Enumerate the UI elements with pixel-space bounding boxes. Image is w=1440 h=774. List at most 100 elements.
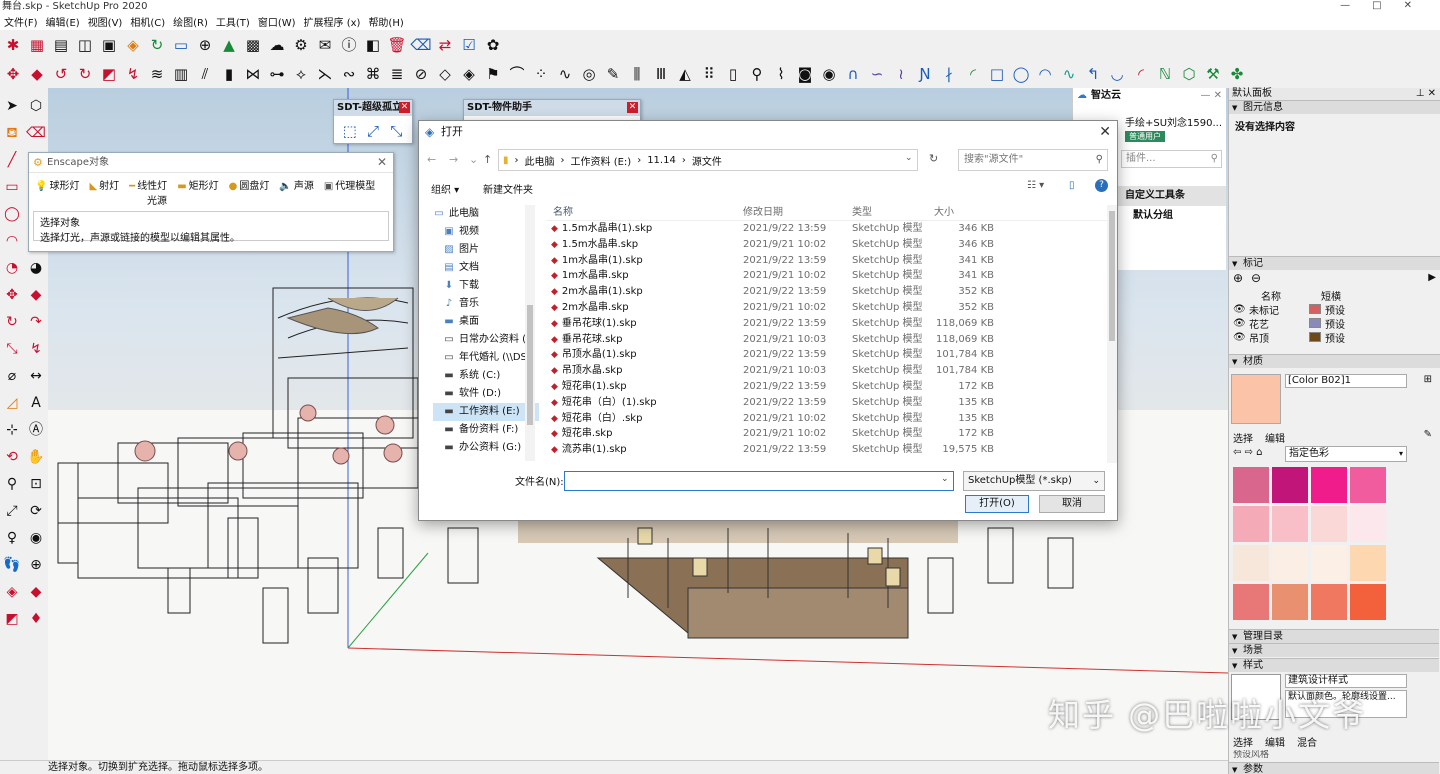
leaf-icon[interactable]: ✤ xyxy=(1226,63,1248,85)
split-icon[interactable]: ⊶ xyxy=(266,63,288,85)
address-bar[interactable]: ▮ › 此电脑 › 工作资料 (E:) › 11.14 › 源文件 xyxy=(498,149,918,171)
add-icon[interactable]: ⊕ xyxy=(194,34,216,56)
component-icon[interactable]: ▣ xyxy=(98,34,120,56)
make-component-icon[interactable]: ⬡ xyxy=(24,92,48,119)
tape-measure-icon[interactable]: ⌀ xyxy=(0,362,24,389)
menu-window[interactable]: 窗口(W) xyxy=(254,14,300,29)
material-swatch[interactable] xyxy=(1233,584,1269,620)
monitor-icon[interactable]: ▭ xyxy=(170,34,192,56)
trash-icon[interactable]: 🗑 xyxy=(386,34,408,56)
cancel-button[interactable]: 取消 xyxy=(1039,495,1105,513)
circle-tool-icon[interactable]: ◯ xyxy=(0,200,24,227)
previous-view-icon[interactable]: ⟳ xyxy=(24,497,48,524)
nav-drive-e[interactable]: ▬ 工作资料 (E:) xyxy=(433,403,539,421)
file-row[interactable]: ◆ 1.5m水晶串(1).skp 2021/9/22 13:59 SketchUp 模… xyxy=(547,221,1107,237)
material-swatch[interactable] xyxy=(1311,584,1347,620)
column-icon[interactable]: ▥ xyxy=(170,63,192,85)
window-icon[interactable]: ◧ xyxy=(362,34,384,56)
tag-details-icon[interactable]: ▶ xyxy=(1428,272,1436,283)
zoom-extents-icon[interactable]: ⤢ xyxy=(0,497,24,524)
tag-row[interactable]: 👁 吊顶 预设 xyxy=(1229,330,1440,345)
filename-dropdown-icon[interactable]: ⌄ xyxy=(941,474,949,484)
search-input[interactable]: 搜索"源文件" ⚲ xyxy=(958,149,1108,171)
sandbox2-icon[interactable]: ◆ xyxy=(24,578,48,605)
dots-icon[interactable]: ⁘ xyxy=(530,63,552,85)
expand-icon[interactable]: ⤢ xyxy=(363,120,382,142)
file-row[interactable]: ◆ 1m水晶串(1).skp 2021/9/22 13:59 SketchUp 模型 3… xyxy=(547,253,1107,269)
branch-icon[interactable]: ⟡ xyxy=(290,63,312,85)
menu-extensions[interactable]: 扩展程序 (x) xyxy=(300,14,365,29)
tag-color-swatch[interactable] xyxy=(1309,318,1321,328)
layers-icon[interactable]: ≣ xyxy=(386,63,408,85)
curve6-icon[interactable]: ∿ xyxy=(1058,63,1080,85)
follow-icon[interactable]: ↻ xyxy=(74,63,96,85)
parameters-header[interactable]: 参数 xyxy=(1229,762,1439,774)
tile-icon[interactable]: ◈ xyxy=(458,63,480,85)
tab-material-edit[interactable]: 编辑 xyxy=(1265,430,1285,445)
view-options-icon[interactable]: ☷ ▾ xyxy=(1027,180,1044,191)
stack-icon[interactable]: ◇ xyxy=(434,63,456,85)
pan-icon[interactable]: ✋ xyxy=(24,443,48,470)
matrix-icon[interactable]: ⠿ xyxy=(698,63,720,85)
mail-icon[interactable]: ✉ xyxy=(314,34,336,56)
eraser-icon[interactable]: ⌫ xyxy=(24,119,48,146)
text-tool-icon[interactable]: A xyxy=(24,389,48,416)
info-icon[interactable]: ⓘ xyxy=(338,34,360,56)
offset-icon[interactable]: ↯ xyxy=(122,63,144,85)
manage-catalog-header[interactable]: 管理目录 xyxy=(1229,629,1439,644)
badge-icon[interactable]: ✿ xyxy=(482,34,504,56)
tab-style-mix[interactable]: 混合 xyxy=(1297,734,1317,749)
rectangle-tool-icon[interactable]: ▭ xyxy=(0,173,24,200)
layout-icon[interactable]: ◫ xyxy=(74,34,96,56)
rotate-icon[interactable]: ↺ xyxy=(50,63,72,85)
breadcrumb-drive-e[interactable]: 工作资料 (E:) xyxy=(571,153,632,168)
camera-icon[interactable]: ◙ xyxy=(794,63,816,85)
file-row[interactable]: ◆ 1.5m水晶串.skp 2021/9/21 10:02 SketchUp 模型 34… xyxy=(547,237,1107,253)
tag-color-swatch[interactable] xyxy=(1309,304,1321,314)
pen-icon[interactable]: ✎ xyxy=(602,63,624,85)
chevron-down-icon[interactable]: ⌄ xyxy=(469,153,478,166)
file-row[interactable]: ◆ 流苏串(1).skp 2021/9/22 13:59 SketchUp 模型 19,… xyxy=(547,442,1107,458)
tab-material-select[interactable]: 选择 xyxy=(1233,430,1253,445)
chain-icon[interactable]: ⊘ xyxy=(410,63,432,85)
file-row[interactable]: ◆ 垂吊花球(1).skp 2021/9/22 13:59 SketchUp 模型 11… xyxy=(547,316,1107,332)
file-list-scrollbar[interactable] xyxy=(1107,205,1117,463)
open-button[interactable]: 打开(O) xyxy=(965,495,1029,513)
tags-header[interactable]: 标记 xyxy=(1229,256,1440,271)
protractor-icon[interactable]: ◿ xyxy=(0,389,24,416)
tag-row[interactable]: 👁 花艺 预设 xyxy=(1229,316,1440,331)
filename-input[interactable] xyxy=(564,471,954,491)
organize-button[interactable]: 组织 ▾ xyxy=(431,181,459,196)
zhidayun-window-controls[interactable]: — ✕ xyxy=(1200,88,1222,104)
line-tool-icon[interactable]: ╱ xyxy=(0,146,24,173)
menu-camera[interactable]: 相机(C) xyxy=(126,14,169,29)
position-camera-icon[interactable]: ♀ xyxy=(0,524,24,551)
tag-dash-value[interactable]: 预设 xyxy=(1325,302,1345,317)
nav-drive-c[interactable]: ▬ 系统 (C:) xyxy=(433,367,539,385)
file-row[interactable]: ◆ 1m水晶串.skp 2021/9/21 10:02 SketchUp 模型 341 … xyxy=(547,268,1107,284)
back-icon[interactable]: ← xyxy=(427,153,436,166)
flag-icon[interactable]: ⚑ xyxy=(482,63,504,85)
curve7-icon[interactable]: ℕ xyxy=(1154,63,1176,85)
material-swatch[interactable] xyxy=(1233,467,1269,503)
new-folder-button[interactable]: 新建文件夹 xyxy=(483,181,533,196)
material-name-input[interactable]: [Color B02]1 xyxy=(1285,374,1407,388)
curve4-icon[interactable]: Ɲ xyxy=(914,63,936,85)
nav-this-pc[interactable]: ▭ 此电脑 xyxy=(433,205,539,223)
file-row[interactable]: ◆ 短花串（白）(1).skp 2021/9/22 13:59 SketchUp 模型… xyxy=(547,395,1107,411)
orbit-icon[interactable]: ⟲ xyxy=(0,443,24,470)
ruby2-icon[interactable]: ♦ xyxy=(24,605,48,632)
offset-tool-icon[interactable]: ↯ xyxy=(24,335,48,362)
file-row[interactable]: ◆ 吊顶水晶.skp 2021/9/21 10:03 SketchUp 模型 101,7… xyxy=(547,363,1107,379)
bars-chart-icon[interactable]: ▯ xyxy=(722,63,744,85)
eye-icon[interactable]: 👁 xyxy=(1233,304,1249,315)
material-swatch[interactable] xyxy=(1233,545,1269,581)
axes-tool-icon[interactable]: ⊹ xyxy=(0,416,24,443)
window-controls[interactable]: —□✕ xyxy=(1340,0,1434,11)
dimension-icon[interactable]: ↔ xyxy=(24,362,48,389)
walk-icon[interactable]: 👣 xyxy=(0,551,24,578)
trash-blue-icon[interactable]: ⌫ xyxy=(410,34,432,56)
table-icon[interactable]: ▤ xyxy=(50,34,72,56)
nav-drive-f[interactable]: ▬ 备份资料 (F:) xyxy=(433,421,539,439)
scale-icon[interactable]: ◩ xyxy=(98,63,120,85)
